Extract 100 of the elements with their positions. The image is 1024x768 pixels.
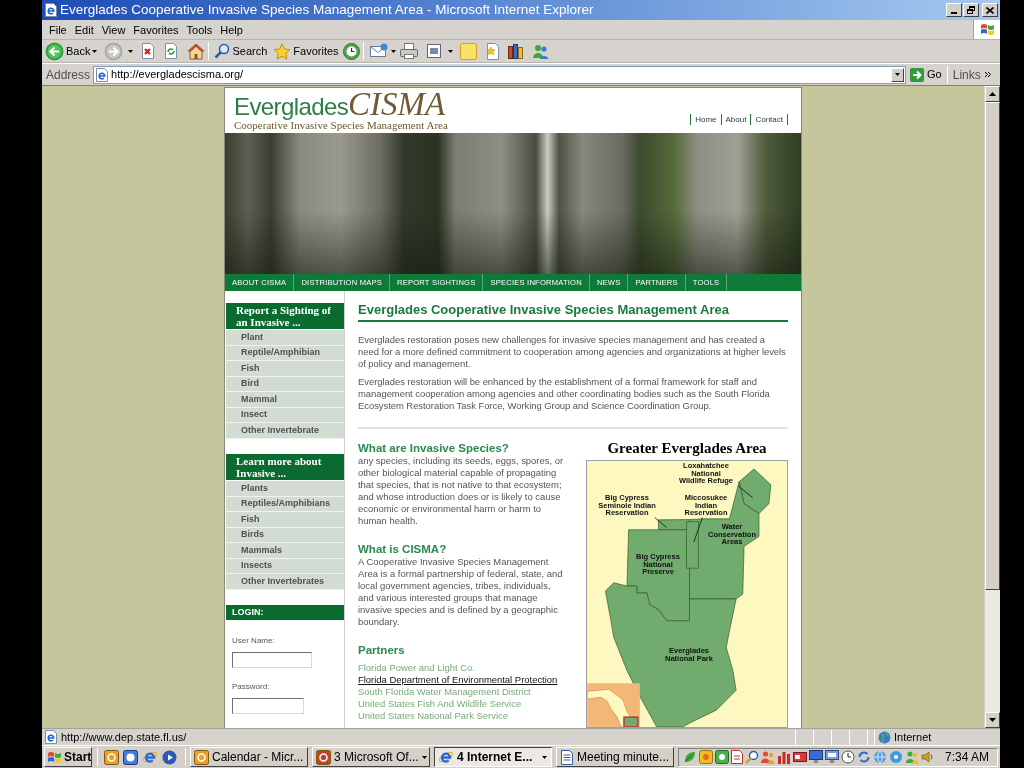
mail-icon [369,43,388,59]
page-icon [44,3,58,17]
history-button[interactable] [342,40,360,62]
scroll-down-button[interactable] [985,712,1000,728]
login-heading: LOGIN: [226,605,344,620]
caret-up-icon [989,92,996,96]
e-logo-icon [142,749,158,765]
sidebar-link[interactable]: Plants [226,481,344,497]
minimize-button[interactable] [946,3,962,17]
close-icon [986,6,994,14]
people-icon [760,750,775,764]
chevron-icon [983,71,991,78]
star-icon [273,42,292,60]
tile-icon [698,750,713,764]
sidebar-link[interactable]: Mammals [226,543,344,559]
sidebar-link[interactable]: Mammal [226,392,344,408]
links-button[interactable]: Links [952,65,991,84]
menu-item[interactable]: Favorites [129,20,183,39]
menu-item[interactable]: File [45,20,71,39]
partners-heading: Partners [358,643,405,657]
sidebar-link[interactable]: Other Invertebrates [226,574,344,590]
menu-item[interactable]: Edit [70,20,98,39]
sidebar-link[interactable]: Other Invertebrate [226,423,344,439]
security-zone: Internet [894,730,932,744]
go-button[interactable]: Go [910,65,942,84]
people-icon [531,42,549,60]
sidebar-heading: Learn more about Invasive ... [226,454,344,480]
globe-icon [878,730,891,744]
leader-line [737,485,754,499]
taskbar-button[interactable]: Calendar - Micr... [190,747,308,767]
scrollbar-thumb[interactable] [985,102,1000,590]
input-field[interactable] [232,698,304,714]
globe-icon [872,750,887,764]
leaf-icon [682,750,697,764]
document-icon [560,749,574,765]
search-icon [744,750,759,764]
taskbar-button[interactable]: 4 Internet E... [434,747,552,767]
restore-button[interactable] [963,3,979,17]
leader-line [654,517,668,528]
sidebar-link[interactable]: Fish [226,512,344,528]
close-button[interactable] [982,3,998,17]
disc-icon [888,750,903,764]
status-text: http://www.dep.state.fl.us/ [61,730,187,744]
e-logo-icon [438,749,454,765]
menu-item[interactable]: View [97,20,130,39]
flag-icon [47,750,62,764]
sidebar-heading: Report a Sighting of an Invasive ... [226,303,344,329]
taskbar-button[interactable]: Meeting minute... [556,747,674,767]
page-heading: Everglades Cooperative Invasive Species Management Area [358,302,788,322]
start-button[interactable]: Start [44,747,92,767]
document-icon [730,750,743,764]
leader-line [693,517,703,543]
speaker-icon [920,750,935,764]
note-icon [459,42,477,60]
menu-item[interactable]: Help [216,20,247,39]
site-logo-acronym: CISMA [348,90,446,119]
monitor-icon [824,750,839,764]
play-disc-icon [162,749,177,765]
document-icon [425,43,442,59]
menu-item[interactable]: Tools [182,20,217,39]
tile-icon [194,749,209,765]
quick-launch-button[interactable] [104,747,119,767]
back-button[interactable]: Back [45,40,100,62]
sidebar-link[interactable]: Fish [226,361,344,377]
back-icon [45,41,64,61]
quick-launch-button[interactable] [123,747,138,767]
go-arrow-icon [910,67,925,82]
input-field[interactable] [232,652,312,668]
refresh-icon [163,43,180,59]
clock-icon [342,42,360,60]
refresh-icon [856,750,871,764]
search-button[interactable]: Search [214,40,268,62]
section-heading: What is CISMA? [358,542,447,556]
scroll-up-button[interactable] [985,86,1000,102]
caret-icon [128,49,134,53]
address-field[interactable]: http://evergladescisma.org/ [93,65,907,84]
favorites-button[interactable]: Favorites [273,40,339,62]
partner-link[interactable]: Florida Department of Environmental Protection [358,674,558,686]
sidebar-link[interactable]: Plant [226,330,344,346]
top-nav-link[interactable]: Contact [750,114,788,125]
people-icon [904,750,919,764]
field-label: Password: [232,682,270,692]
window-title: Everglades Cooperative Invasive Species Management Area - Microsoft Internet Explorer [60,2,594,18]
flag-icon [979,23,995,36]
stop-button[interactable] [140,40,157,62]
section-text: any species, including its seeds, eggs, spores, or other biological material capable of propagating that species, that is not native to that ecosystem; and whose introduction does or is likely to cause economic or environmental harm or harm to human health. [358,455,565,527]
top-nav-link[interactable]: Home [690,114,721,125]
top-nav-link[interactable]: About [720,114,751,125]
site-logo-name: Everglades [234,92,349,121]
address-label: Address [46,67,91,82]
home-icon [187,42,206,60]
dropdown-button[interactable] [891,67,905,82]
intro-paragraph: Everglades restoration will be enhanced by the establishment of a formal framework for staff and management cooperation among agencies and other coordinating bodies such as the South Florida Ecosystem Restoration Task Force, Working Group and Science Coordination Group. [358,376,771,412]
printer-icon [399,43,418,59]
print-button[interactable] [399,40,418,62]
caret-icon [895,73,901,76]
taskbar-button[interactable]: 3 Microsoft Of... [312,747,430,767]
tile-icon [714,750,729,764]
clock: 7:34 AM [944,750,989,764]
refresh-button[interactable] [163,40,180,62]
